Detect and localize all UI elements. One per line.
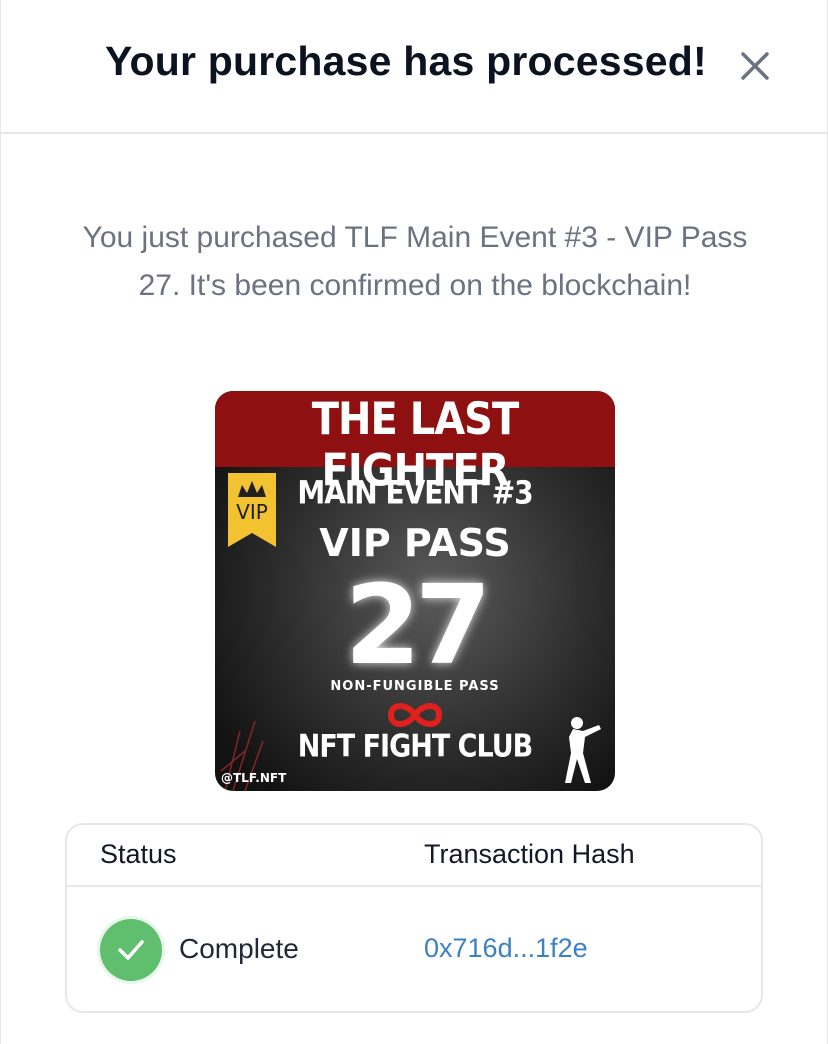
status-header: Status — [100, 839, 177, 869]
nft-image: THE LAST FIGHTER VIP MAIN EVENT #3 VIP P… — [215, 391, 615, 791]
check-circle-icon — [100, 919, 162, 981]
hash-header: Transaction Hash — [424, 839, 635, 869]
transaction-table: Status Transaction Hash Complete 0x716d.… — [65, 823, 763, 1013]
nft-pass: VIP PASS — [319, 521, 511, 565]
status-value: Complete — [179, 933, 299, 964]
transaction-hash-link[interactable]: 0x716d...1f2e — [424, 933, 588, 964]
nft-event: MAIN EVENT #3 — [297, 473, 533, 512]
modal-header: Your purchase has processed! — [1, 0, 827, 134]
purchase-modal: Your purchase has processed! You just pu… — [0, 0, 828, 1044]
fighter-icon — [565, 717, 601, 783]
nft-subtitle: NON-FUNGIBLE PASS — [330, 679, 500, 694]
nft-number: 27 — [344, 561, 491, 689]
close-icon[interactable] — [737, 48, 773, 84]
table-header: Status Transaction Hash — [67, 825, 761, 887]
purchase-message: You just purchased TLF Main Event #3 - V… — [82, 221, 748, 302]
modal-title: Your purchase has processed! — [105, 38, 707, 84]
infinity-icon — [387, 703, 443, 727]
table-row: Complete 0x716d...1f2e — [67, 887, 761, 1013]
nft-handle: @TLF.NFT — [221, 771, 287, 785]
